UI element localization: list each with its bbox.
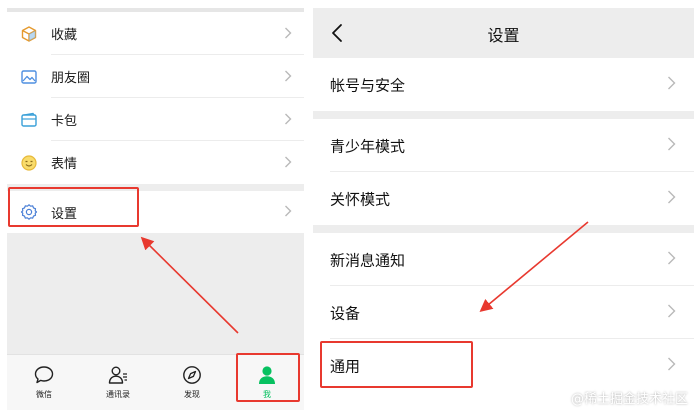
settings-group-general: 新消息通知 设备 通用: [313, 233, 694, 410]
settings-item-devices[interactable]: 设备: [313, 286, 694, 339]
chevron-right-icon: [284, 153, 292, 172]
chevron-right-icon: [667, 75, 676, 94]
watermark: @稀土掘金技术社区: [570, 392, 688, 407]
tab-label: 微信: [36, 390, 52, 399]
settings-item-label: 新消息通知: [330, 251, 406, 269]
me-menu-group: 收藏 朋友圈 卡包 表情: [7, 12, 304, 184]
chevron-right-icon: [284, 67, 292, 86]
person-icon: [256, 364, 278, 386]
tab-contacts[interactable]: 通讯录: [81, 355, 155, 410]
chevron-right-icon: [667, 136, 676, 155]
menu-label: 设置: [51, 206, 78, 222]
settings-item-label: 关怀模式: [330, 190, 391, 208]
chevron-right-icon: [667, 189, 676, 208]
menu-item-settings[interactable]: 设置: [7, 191, 304, 233]
me-page-panel: 收藏 朋友圈 卡包 表情 设置 微信 通讯录 发现 我: [7, 8, 304, 410]
tab-label: 发现: [184, 390, 200, 399]
tab-discover[interactable]: 发现: [155, 355, 229, 410]
tab-label: 通讯录: [106, 390, 130, 399]
settings-item-account-security[interactable]: 帐号与安全: [313, 58, 694, 111]
tab-chats[interactable]: 微信: [7, 355, 81, 410]
settings-item-label: 通用: [330, 357, 361, 375]
contacts-icon: [107, 364, 129, 386]
gear-icon: [20, 203, 38, 221]
settings-item-label: 设备: [330, 304, 361, 322]
page-title: 设置: [487, 26, 520, 45]
tab-label: 我: [263, 390, 271, 399]
menu-label: 表情: [51, 157, 78, 172]
navigation-bar: 设置: [313, 8, 694, 58]
tab-me[interactable]: 我: [230, 355, 304, 410]
chevron-right-icon: [667, 250, 676, 269]
chat-bubble-icon: [33, 364, 55, 386]
emoji-face-icon: [20, 154, 38, 172]
compass-icon: [181, 364, 203, 386]
settings-item-label: 青少年模式: [330, 137, 406, 155]
settings-item-care-mode[interactable]: 关怀模式: [313, 172, 694, 225]
settings-group-account: 帐号与安全: [313, 58, 694, 111]
settings-item-notifications[interactable]: 新消息通知: [313, 233, 694, 286]
menu-label: 朋友圈: [51, 71, 91, 86]
menu-item-favorites[interactable]: 收藏: [7, 12, 304, 55]
bottom-tab-bar: 微信 通讯录 发现 我: [7, 354, 304, 410]
menu-label: 卡包: [51, 114, 78, 129]
settings-page-panel: 设置 帐号与安全 青少年模式 关怀模式 新消息通知 设备 通用: [313, 8, 694, 410]
settings-group: 设置: [7, 191, 304, 233]
settings-item-general[interactable]: 通用: [313, 339, 694, 392]
chevron-right-icon: [284, 203, 292, 222]
menu-item-moments[interactable]: 朋友圈: [7, 55, 304, 98]
menu-item-emoji[interactable]: 表情: [7, 141, 304, 184]
settings-item-teen-mode[interactable]: 青少年模式: [313, 119, 694, 172]
card-wallet-icon: [20, 111, 38, 129]
chevron-right-icon: [284, 110, 292, 129]
settings-group-modes: 青少年模式 关怀模式: [313, 119, 694, 225]
chevron-right-icon: [667, 356, 676, 375]
moments-picture-icon: [20, 68, 38, 86]
chevron-right-icon: [284, 24, 292, 43]
menu-label: 收藏: [51, 28, 78, 43]
settings-item-label: 帐号与安全: [330, 76, 406, 94]
menu-item-card-wallet[interactable]: 卡包: [7, 98, 304, 141]
chevron-right-icon: [667, 303, 676, 322]
favorites-cube-icon: [20, 25, 38, 43]
